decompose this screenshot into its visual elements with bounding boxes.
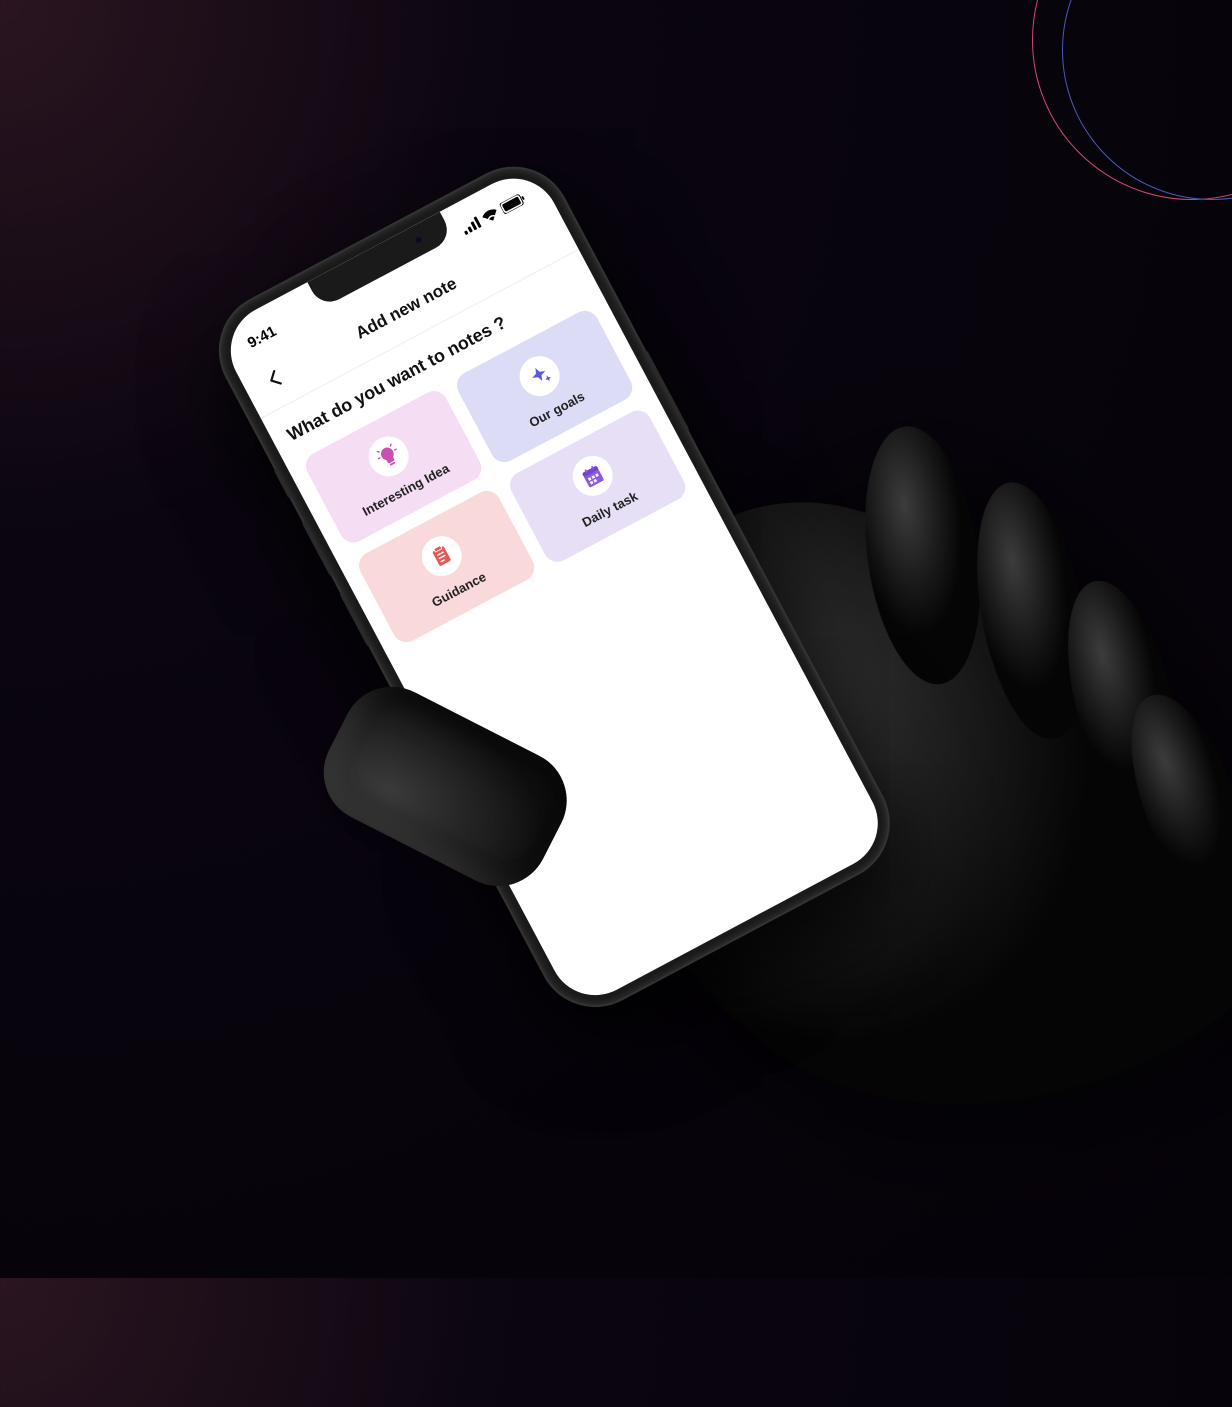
lightbulb-icon bbox=[361, 430, 415, 484]
status-time: 9:41 bbox=[245, 322, 279, 351]
sparkle-icon bbox=[512, 349, 566, 403]
calendar-icon bbox=[565, 449, 619, 503]
back-button[interactable] bbox=[255, 360, 293, 398]
clipboard-icon bbox=[414, 529, 468, 583]
battery-icon bbox=[499, 192, 527, 214]
decorative-circle bbox=[1062, 0, 1232, 200]
cellular-signal-icon bbox=[460, 216, 482, 235]
chevron-left-icon bbox=[265, 369, 283, 390]
wifi-icon bbox=[481, 206, 501, 224]
